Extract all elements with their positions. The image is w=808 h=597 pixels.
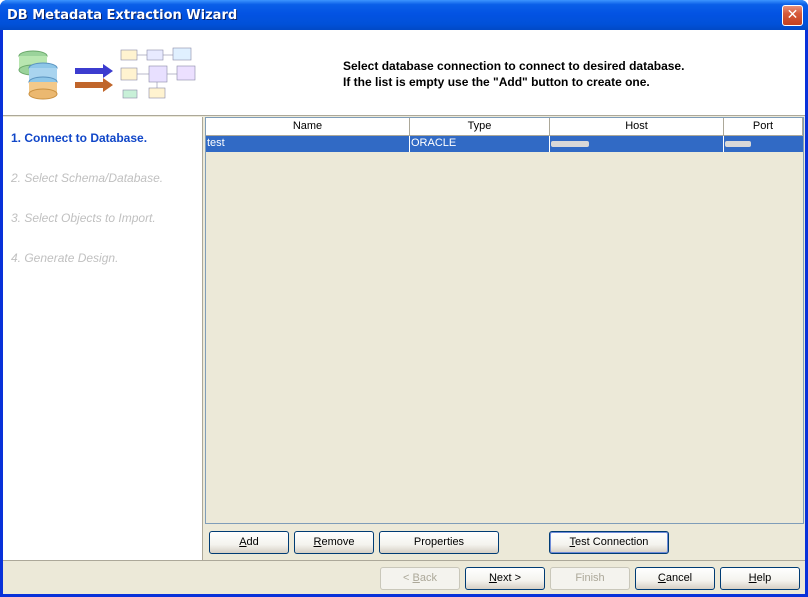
- add-mnemonic: A: [239, 536, 247, 548]
- test-connection-label: est Connection: [575, 536, 649, 548]
- cell-name: test: [206, 136, 410, 152]
- add-label: dd: [246, 536, 259, 548]
- arrow-icons: [75, 64, 113, 92]
- add-button[interactable]: Add: [209, 531, 289, 554]
- close-icon: ✕: [786, 7, 799, 23]
- header-instruction-line-2: If the list is empty use the "Add" butto…: [343, 75, 650, 89]
- redacted-host: [551, 141, 589, 147]
- cell-type: ORACLE: [410, 136, 550, 152]
- finish-button[interactable]: Finish: [550, 567, 630, 590]
- column-header-host[interactable]: Host: [550, 118, 724, 136]
- test-connection-button[interactable]: Test Connection: [549, 531, 669, 554]
- back-mnemonic: B: [412, 572, 420, 584]
- cancel-mnemonic: C: [657, 572, 666, 584]
- help-label: elp: [756, 572, 772, 584]
- header-illustration: [18, 47, 196, 100]
- column-header-name[interactable]: Name: [206, 118, 410, 136]
- header-instructions: Select database connection to connect to…: [343, 58, 684, 90]
- step-select-objects: 3. Select Objects to Import.: [11, 211, 156, 225]
- title-bar[interactable]: DB Metadata Extraction Wizard ✕: [0, 0, 808, 30]
- next-button[interactable]: Next >: [465, 567, 545, 590]
- table-row[interactable]: test ORACLE: [206, 136, 803, 152]
- help-mnemonic: H: [748, 572, 757, 584]
- header-instruction-line-1: Select database connection to connect to…: [343, 59, 685, 73]
- table-header: Name Type Host Port: [206, 118, 803, 136]
- step-connect-to-database: 1. Connect to Database.: [11, 131, 148, 145]
- wizard-header: Select database connection to connect to…: [3, 30, 805, 116]
- column-header-port[interactable]: Port: [724, 118, 803, 136]
- database-stack-icon: [18, 50, 58, 100]
- wizard-content: Name Type Host Port test ORACLE Add Remo…: [204, 117, 805, 560]
- cancel-label: ancel: [665, 572, 693, 584]
- wizard-client-area: Select database connection to connect to…: [3, 30, 805, 594]
- back-prefix: <: [403, 572, 413, 584]
- connections-table[interactable]: Name Type Host Port test ORACLE: [205, 117, 804, 524]
- redacted-port: [725, 141, 751, 147]
- help-button[interactable]: Help: [720, 567, 800, 590]
- window-title: DB Metadata Extraction Wizard: [7, 8, 238, 23]
- diagram-icon: [120, 47, 196, 99]
- wizard-nav-bar: < Back Next > Finish Cancel Help: [3, 560, 805, 594]
- cell-port: [724, 136, 803, 152]
- back-label: ack: [419, 572, 437, 584]
- cancel-button[interactable]: Cancel: [635, 567, 715, 590]
- column-header-type[interactable]: Type: [410, 118, 550, 136]
- step-generate-design: 4. Generate Design.: [11, 251, 119, 265]
- step-select-schema: 2. Select Schema/Database.: [11, 171, 164, 185]
- wizard-window: DB Metadata Extraction Wizard ✕ Select d…: [0, 0, 808, 597]
- remove-button[interactable]: Remove: [294, 531, 374, 554]
- back-button[interactable]: < Back: [380, 567, 460, 590]
- next-mnemonic: N: [488, 572, 497, 584]
- close-button[interactable]: ✕: [782, 5, 803, 26]
- cell-host: [550, 136, 724, 152]
- remove-label: emove: [321, 536, 355, 548]
- properties-button[interactable]: Properties: [379, 531, 499, 554]
- next-label: ext >: [496, 572, 522, 584]
- wizard-steps-panel: 1. Connect to Database. 2. Select Schema…: [3, 117, 203, 560]
